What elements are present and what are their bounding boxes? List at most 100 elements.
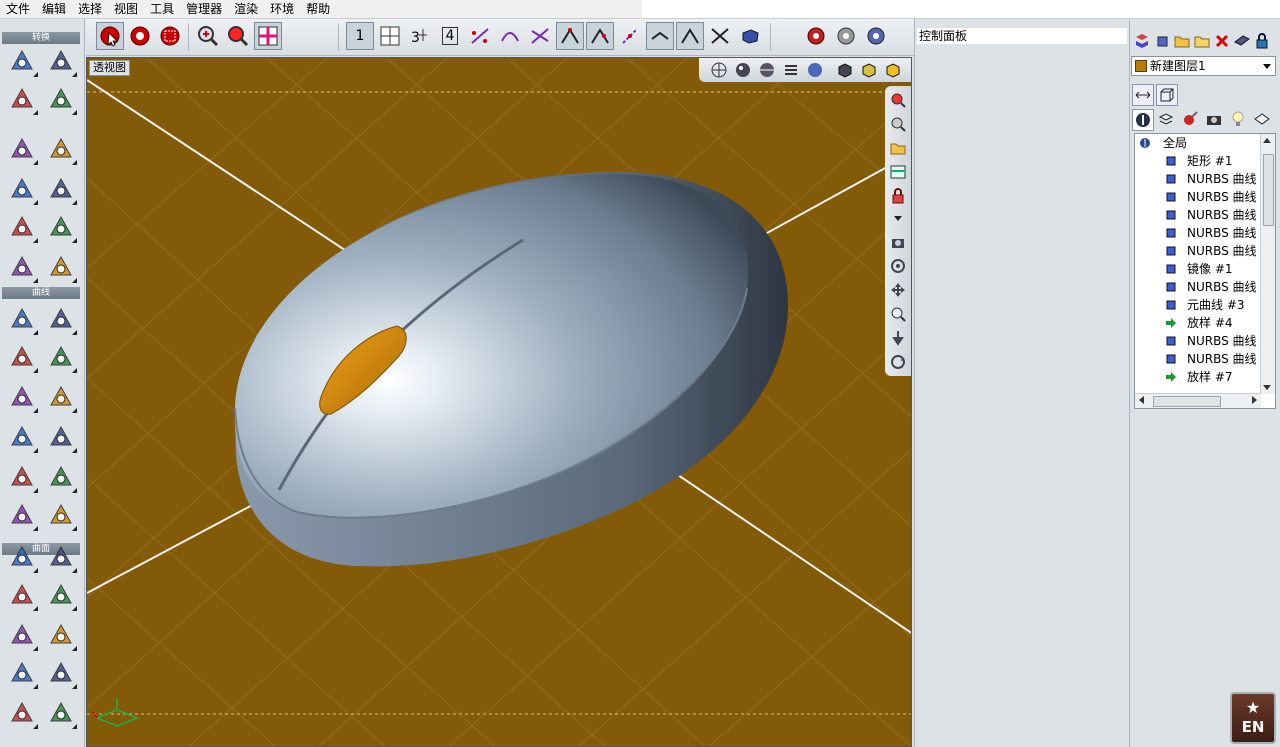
new-folder-icon[interactable] <box>1172 31 1192 51</box>
loft-surface-icon[interactable] <box>4 539 40 575</box>
rotate-sphere-icon[interactable] <box>43 43 79 79</box>
menu-item-1[interactable]: 编辑 <box>36 0 72 18</box>
zoom-window-icon[interactable] <box>888 90 908 110</box>
transform-table-icon[interactable] <box>43 81 79 117</box>
tab-layers-icon[interactable] <box>1156 109 1176 129</box>
zoom-icon[interactable] <box>888 304 908 324</box>
tree-item[interactable]: 矩形 #1 <box>1135 152 1261 170</box>
tag-icon[interactable] <box>1232 31 1252 51</box>
fillet-surface-icon[interactable] <box>4 655 40 691</box>
box-shaded-icon[interactable] <box>859 60 879 80</box>
camera-icon[interactable] <box>888 232 908 252</box>
material-settings-icon[interactable] <box>832 22 860 50</box>
zoom-in-icon[interactable] <box>194 22 222 50</box>
menu-item-7[interactable]: 环境 <box>264 0 300 18</box>
tab-materials-icon[interactable] <box>1180 109 1200 129</box>
deform-icon[interactable] <box>4 171 40 207</box>
one-viewport-icon[interactable]: 1 <box>346 22 374 50</box>
menu-item-6[interactable]: 渲染 <box>228 0 264 18</box>
box-outline-icon[interactable] <box>1156 84 1178 106</box>
viewport-label[interactable]: 透视图 <box>89 60 130 76</box>
tree-item[interactable]: NURBS 曲线 <box>1135 188 1261 206</box>
solid-box-icon[interactable] <box>43 695 79 731</box>
offset-curve-icon[interactable] <box>43 497 79 533</box>
array-icon[interactable] <box>4 131 40 167</box>
perspective-viewport[interactable]: 透视图 <box>86 57 912 747</box>
tree-item[interactable]: 放样 #7 <box>1135 368 1261 386</box>
patch-surface-icon[interactable] <box>43 617 79 653</box>
mirror-icon[interactable] <box>43 171 79 207</box>
tab-objects-icon[interactable] <box>1132 109 1154 131</box>
curve-arc-icon[interactable] <box>4 419 40 455</box>
render-preview-icon[interactable] <box>805 60 825 80</box>
snap-perp-icon[interactable] <box>676 22 704 50</box>
select-region-tool-icon[interactable] <box>156 22 184 50</box>
hidden-line-icon[interactable] <box>781 60 801 80</box>
arc-icon[interactable] <box>4 339 40 375</box>
layers-view-icon[interactable] <box>888 162 908 182</box>
tab-lights-icon[interactable] <box>1228 109 1248 129</box>
open-folder-icon[interactable] <box>1192 31 1212 51</box>
spiral-icon[interactable] <box>43 379 79 415</box>
tree-item[interactable]: NURBS 曲线 <box>1135 224 1261 242</box>
lock-view-icon[interactable] <box>888 186 908 206</box>
fit-width-icon[interactable] <box>1132 84 1154 106</box>
lock-icon[interactable] <box>1252 31 1272 51</box>
move-icon[interactable] <box>4 43 40 79</box>
menu-item-5[interactable]: 管理器 <box>180 0 228 18</box>
tab-textures-icon[interactable] <box>1252 109 1272 129</box>
chevron-down-icon[interactable] <box>888 208 908 228</box>
select-object-tool-icon[interactable] <box>96 22 124 50</box>
snap-intersect-icon[interactable] <box>526 22 554 50</box>
tree-item[interactable]: 镜像 #1 <box>1135 260 1261 278</box>
current-layer-select[interactable]: 新建图层1 <box>1131 56 1276 76</box>
menu-item-2[interactable]: 选择 <box>72 0 108 18</box>
blend-surface-icon[interactable] <box>4 617 40 653</box>
circle-icon[interactable] <box>43 339 79 375</box>
snap-curve-icon[interactable] <box>496 22 524 50</box>
snap-mid-icon[interactable] <box>586 22 614 50</box>
tree-item[interactable]: NURBS 曲线 <box>1135 278 1261 296</box>
ellipse-icon[interactable] <box>43 419 79 455</box>
plane-surface-icon[interactable] <box>43 539 79 575</box>
shaded-icon[interactable] <box>733 60 753 80</box>
menu-item-0[interactable]: 文件 <box>0 0 36 18</box>
polyline-icon[interactable] <box>4 301 40 337</box>
drop-icon[interactable] <box>4 249 40 285</box>
snap-end-icon[interactable] <box>556 22 584 50</box>
box-light-icon[interactable] <box>883 60 903 80</box>
sweep-surface-icon[interactable] <box>4 577 40 613</box>
shaded-wire-icon[interactable] <box>757 60 777 80</box>
tree-item[interactable]: NURBS 曲线 <box>1135 170 1261 188</box>
line-icon[interactable] <box>43 301 79 337</box>
tab-cameras-icon[interactable] <box>1204 109 1224 129</box>
reset-view-icon[interactable] <box>888 352 908 372</box>
cut-surface-icon[interactable] <box>4 695 40 731</box>
fillet-curve-icon[interactable] <box>43 459 79 495</box>
tree-vertical-scrollbar[interactable] <box>1260 134 1275 394</box>
snap-tangent-icon[interactable] <box>646 22 674 50</box>
render-settings-icon[interactable] <box>802 22 830 50</box>
tree-item[interactable]: NURBS 曲线 <box>1135 332 1261 350</box>
wireframe-icon[interactable] <box>709 60 729 80</box>
language-badge[interactable]: ★ EN <box>1230 692 1276 744</box>
points-icon[interactable] <box>4 209 40 245</box>
grid-snap-icon[interactable] <box>254 22 282 50</box>
zoom-extents-icon[interactable] <box>888 114 908 134</box>
scale-icon[interactable] <box>4 81 40 117</box>
layer-manager-icon[interactable] <box>1132 31 1152 51</box>
two-viewports-icon[interactable] <box>376 22 404 50</box>
render-box-icon[interactable] <box>736 22 764 50</box>
environment-settings-icon[interactable] <box>862 22 890 50</box>
tree-item[interactable]: 元曲线 #3 <box>1135 296 1261 314</box>
dolly-icon[interactable] <box>888 328 908 348</box>
curve-deform-icon[interactable] <box>43 249 79 285</box>
tree-item[interactable]: NURBS 曲线 <box>1135 242 1261 260</box>
folder-view-icon[interactable] <box>888 138 908 158</box>
tree-item[interactable]: NURBS 曲线 <box>1135 350 1261 368</box>
rectangle-icon[interactable] <box>4 379 40 415</box>
pan-icon[interactable] <box>888 280 908 300</box>
tree-item[interactable]: 放样 #4 <box>1135 314 1261 332</box>
shear-icon[interactable] <box>43 209 79 245</box>
three-viewports-icon[interactable]: 3 <box>406 22 434 50</box>
